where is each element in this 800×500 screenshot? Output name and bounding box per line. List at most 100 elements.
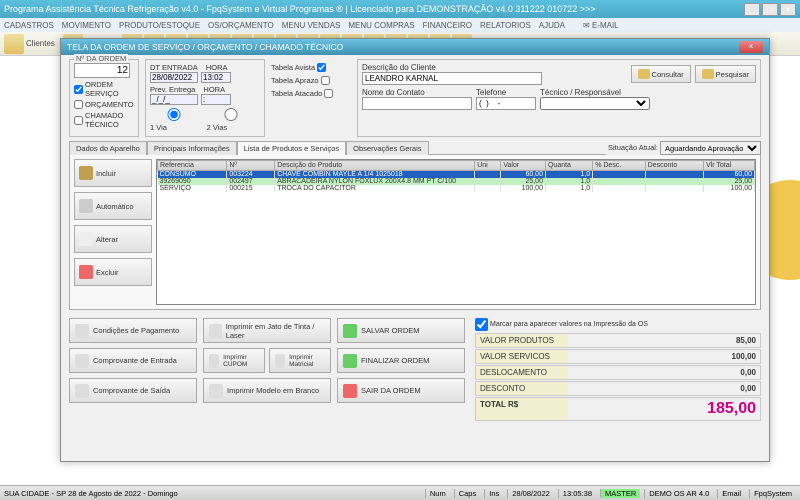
deslocamento: 0,00	[568, 366, 760, 379]
menu-financeiro[interactable]: FINANCEIRO	[423, 21, 472, 30]
printer-icon	[209, 354, 219, 368]
tabela-atacado-checkbox[interactable]	[324, 89, 333, 98]
tabela-aprazo-checkbox[interactable]	[321, 76, 330, 85]
app-titlebar: Programa Assistência Técnica Refrigeraçã…	[0, 0, 800, 18]
tab-panel: Incluir Automático Alterar Excluir Refer…	[69, 155, 761, 310]
valor-produtos: 85,00	[568, 334, 760, 347]
comp-entrada-button[interactable]: Comprovante de Entrada	[69, 348, 197, 373]
menu-vendas[interactable]: MENU VENDAS	[282, 21, 341, 30]
app-title: Programa Assistência Técnica Refrigeraçã…	[4, 4, 744, 14]
cond-pagamento-button[interactable]: Condições de Pagamento	[69, 318, 197, 343]
status-cidade: SUA CIDADE - SP 28 de Agosto de 2022 - D…	[4, 489, 178, 498]
tab-info[interactable]: Principais Informações	[147, 141, 237, 155]
statusbar: SUA CIDADE - SP 28 de Agosto de 2022 - D…	[0, 485, 800, 500]
menu-cadastros[interactable]: CADASTROS	[4, 21, 54, 30]
maximize-button[interactable]: □	[762, 3, 778, 16]
totals-panel: Marcar para aparecer valores na Impressã…	[475, 318, 761, 422]
status-hora: 13:05:38	[558, 489, 596, 498]
status-demo: DEMO OS AR 4.0	[644, 489, 713, 498]
clientes-label: Clientes	[26, 39, 55, 48]
dt-entrada-input[interactable]	[150, 72, 198, 83]
menubar: CADASTROS MOVIMENTO PRODUTO/ESTOQUE OS/O…	[0, 18, 800, 32]
imprimir-matricial-button[interactable]: Imprimir Matricial	[269, 348, 331, 373]
automatico-button[interactable]: Automático	[74, 192, 152, 220]
salvar-button[interactable]: SALVAR ORDEM	[337, 318, 465, 343]
desconto: 0,00	[568, 382, 760, 395]
tab-obs[interactable]: Observações Gerais	[346, 141, 428, 155]
app-close-button[interactable]: ×	[780, 3, 796, 16]
prev-hora-input[interactable]	[201, 94, 231, 105]
tipo-os-checkbox[interactable]	[74, 85, 83, 94]
ordem-input[interactable]	[74, 63, 130, 78]
doc-icon	[75, 384, 89, 398]
produtos-grid[interactable]: Referencia Nº Descição do Produto Uni Va…	[156, 159, 756, 305]
delete-icon	[79, 265, 93, 279]
cliente-fieldset: Descrição do Cliente Consultar Pesquisar…	[357, 59, 761, 137]
tabela-avista-checkbox[interactable]	[317, 63, 326, 72]
data-fieldset: DT ENTRADA HORA Prev. Entrega HORA 1 Via…	[145, 59, 265, 137]
imprimir-cupom-button[interactable]: Imprimir CUPOM	[203, 348, 265, 373]
situacao-label: Situação Atual:	[606, 141, 660, 155]
via1-radio[interactable]	[150, 108, 198, 121]
cliente-desc-label: Descrição do Cliente	[362, 63, 627, 72]
menu-compras[interactable]: MENU COMPRAS	[348, 21, 414, 30]
hora-input[interactable]	[201, 72, 231, 83]
menu-produto[interactable]: PRODUTO/ESTOQUE	[119, 21, 200, 30]
dialog-close-button[interactable]: ×	[739, 41, 763, 53]
incluir-button[interactable]: Incluir	[74, 159, 152, 187]
ordem-label: Nº DA ORDEM	[74, 54, 128, 63]
situacao-select[interactable]: Aguardando Aprovação	[660, 141, 761, 155]
tipo-ct-checkbox[interactable]	[74, 116, 83, 125]
mostrar-valores-checkbox[interactable]	[475, 318, 488, 331]
status-user: MASTER	[600, 489, 640, 498]
tab-produtos[interactable]: Lista de Produtos e Serviços	[237, 141, 346, 155]
clientes-icon[interactable]	[4, 34, 24, 54]
tab-dados[interactable]: Dados do Aparelho	[69, 141, 147, 155]
telefone-input[interactable]	[476, 97, 536, 110]
plus-icon	[79, 166, 93, 180]
status-data: 28/08/2022	[507, 489, 554, 498]
imprimir-jato-button[interactable]: Imprimir em Jato de Tinta / Laser	[203, 318, 331, 343]
menu-movimento[interactable]: MOVIMENTO	[62, 21, 111, 30]
os-dialog: TELA DA ORDEM DE SERVIÇO / ORÇAMENTO / C…	[60, 38, 770, 462]
prev-entrega-input[interactable]	[150, 94, 198, 105]
check-icon	[343, 324, 357, 338]
valor-servicos: 100,00	[568, 350, 760, 363]
table-row[interactable]: 39269090002497ABRACADEIRA NYLON FOXLUX 2…	[158, 178, 755, 185]
check-icon	[343, 354, 357, 368]
excluir-button[interactable]: Excluir	[74, 258, 152, 286]
menu-os[interactable]: OS/ORÇAMENTO	[208, 21, 274, 30]
email-button[interactable]: E-MAIL	[592, 21, 619, 30]
alterar-button[interactable]: Alterar	[74, 225, 152, 253]
tipo-orc-checkbox[interactable]	[74, 100, 83, 109]
ordem-fieldset: Nº DA ORDEM ORDEM SERVIÇO ORÇAMENTO CHAM…	[69, 59, 139, 137]
minimize-button[interactable]: _	[744, 3, 760, 16]
table-row[interactable]: CONSUMO003224CHAVE COMBIN MAYLE A 1/4 10…	[158, 171, 755, 179]
comp-saida-button[interactable]: Comprovante de Saída	[69, 378, 197, 403]
menu-ajuda[interactable]: AJUDA	[539, 21, 565, 30]
printer-icon	[209, 324, 222, 338]
printer-icon	[209, 384, 223, 398]
consultar-button[interactable]: Consultar	[631, 65, 691, 83]
tecnico-select[interactable]	[540, 97, 650, 110]
money-icon	[75, 324, 89, 338]
table-row[interactable]: SERVIÇO000215TROCA DO CAPACITOR100,001,0…	[158, 185, 755, 192]
finalizar-button[interactable]: FINALIZAR ORDEM	[337, 348, 465, 373]
dialog-title: TELA DA ORDEM DE SERVIÇO / ORÇAMENTO / C…	[67, 42, 739, 52]
tabs: Dados do Aparelho Principais Informações…	[69, 141, 761, 155]
via2-radio[interactable]	[207, 108, 255, 121]
barcode-icon	[79, 199, 93, 213]
dialog-titlebar: TELA DA ORDEM DE SERVIÇO / ORÇAMENTO / C…	[61, 39, 769, 55]
sair-button[interactable]: SAIR DA ORDEM	[337, 378, 465, 403]
doc-icon	[75, 354, 89, 368]
search-icon	[702, 69, 714, 79]
search-icon	[638, 69, 650, 79]
total-rs: 185,00	[568, 398, 760, 420]
contato-input[interactable]	[362, 97, 472, 110]
printer-icon	[275, 354, 285, 368]
cliente-nome-input[interactable]	[362, 72, 542, 85]
menu-relatorios[interactable]: RELATORIOS	[480, 21, 531, 30]
tabela-opts: Tabela Avista Tabela Aprazo Tabela Ataca…	[271, 59, 351, 137]
imprimir-branco-button[interactable]: Imprimir Modelo em Branco	[203, 378, 331, 403]
pesquisar-button[interactable]: Pesquisar	[695, 65, 756, 83]
